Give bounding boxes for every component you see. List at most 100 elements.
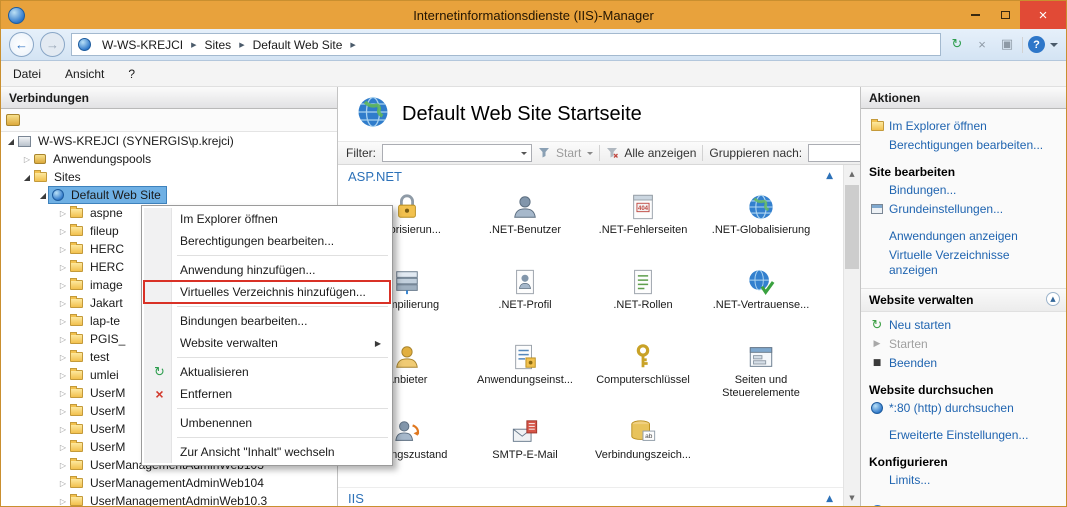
menu-item-open-explorer[interactable]: Im Explorer öffnen xyxy=(144,208,390,230)
action-bindings[interactable]: Bindungen... xyxy=(869,181,1058,200)
tree-item[interactable]: UserManagementAdminWeb104 xyxy=(1,474,337,492)
properties-icon[interactable]: ▣ xyxy=(997,35,1017,55)
menu-separator xyxy=(177,306,388,307)
filter-input[interactable] xyxy=(382,144,532,162)
menu-item-manage-website[interactable]: Website verwalten xyxy=(144,332,390,354)
action-browse-80[interactable]: *:80 (http) durchsuchen xyxy=(869,399,1058,418)
tree-item[interactable]: UserManagementAdminWeb10.3 xyxy=(1,492,337,506)
action-advanced-settings[interactable]: Erweiterte Einstellungen... xyxy=(869,426,1058,445)
error-page-icon: 404 xyxy=(629,189,657,221)
save-connection-icon[interactable] xyxy=(6,114,20,126)
expander-icon[interactable] xyxy=(21,173,33,182)
back-button[interactable] xyxy=(9,32,34,57)
close-button[interactable] xyxy=(1020,1,1066,29)
menu-item-add-virtual-directory[interactable]: Virtuelles Verzeichnis hinzufügen... xyxy=(143,280,391,304)
expander-icon[interactable] xyxy=(21,155,33,164)
group-by-select[interactable] xyxy=(808,144,860,162)
filterbar-divider xyxy=(702,145,704,161)
feature-net-users[interactable]: .NET-Benutzer xyxy=(468,187,582,262)
feature-connection-strings[interactable]: ab Verbindungszeich... xyxy=(586,412,700,487)
expander-icon[interactable] xyxy=(57,461,69,470)
feature-machine-key[interactable]: Computerschlüssel xyxy=(586,337,700,412)
tree-item-apppools[interactable]: Anwendungspools xyxy=(1,150,337,168)
breadcrumb[interactable]: W-WS-KREJCI Sites Default Web Site xyxy=(71,33,941,56)
menu-datei[interactable]: Datei xyxy=(13,67,41,81)
menu-ansicht[interactable]: Ansicht xyxy=(65,67,104,81)
action-open-explorer[interactable]: Im Explorer öffnen xyxy=(869,117,1058,136)
feature-net-profile[interactable]: .NET-Profil xyxy=(468,262,582,337)
expander-icon[interactable] xyxy=(57,317,69,326)
feature-smtp-email[interactable]: SMTP-E-Mail xyxy=(468,412,582,487)
expander-icon[interactable] xyxy=(57,335,69,344)
expander-icon[interactable] xyxy=(57,443,69,452)
feature-net-trust-levels[interactable]: .NET-Vertrauense... xyxy=(704,262,818,337)
maximize-button[interactable] xyxy=(990,1,1020,29)
scroll-up-icon[interactable] xyxy=(844,165,860,182)
show-all-button[interactable]: Alle anzeigen xyxy=(624,146,696,160)
expander-icon[interactable] xyxy=(57,353,69,362)
action-limits[interactable]: Limits... xyxy=(869,471,1058,490)
action-edit-permissions[interactable]: Berechtigungen bearbeiten... xyxy=(869,136,1058,155)
expander-icon[interactable] xyxy=(57,263,69,272)
feature-pages-and-controls[interactable]: Seiten und Steuerelemente xyxy=(704,337,818,412)
filter-go-button[interactable]: Start xyxy=(556,146,581,160)
tree-item-default-web-site[interactable]: Default Web Site xyxy=(1,186,337,204)
expander-icon[interactable] xyxy=(5,137,17,146)
tree-item-server[interactable]: W-WS-KREJCI (SYNERGIS\p.krejci) xyxy=(1,132,337,150)
feature-net-globalization[interactable]: .NET-Globalisierung xyxy=(704,187,818,262)
section-iis-header: IIS xyxy=(338,487,843,506)
expander-icon[interactable] xyxy=(57,497,69,506)
menu-item-refresh[interactable]: Aktualisieren xyxy=(144,361,390,383)
expander-icon[interactable] xyxy=(57,425,69,434)
menu-item-add-application[interactable]: Anwendung hinzufügen... xyxy=(144,259,390,281)
breadcrumb-server[interactable]: W-WS-KREJCI xyxy=(97,37,188,53)
scroll-down-icon[interactable] xyxy=(844,489,860,506)
menu-item-edit-bindings[interactable]: Bindungen bearbeiten... xyxy=(144,310,390,332)
menu-separator xyxy=(177,255,388,256)
expander-icon[interactable] xyxy=(57,245,69,254)
breadcrumb-site[interactable]: Default Web Site xyxy=(248,37,348,53)
expander-icon[interactable] xyxy=(57,389,69,398)
heading-manage-website: Website verwalten xyxy=(861,288,1066,312)
folder-icon xyxy=(70,242,83,254)
menu-hilfe[interactable]: ? xyxy=(128,67,135,81)
folder-icon xyxy=(70,404,83,416)
action-view-applications[interactable]: Anwendungen anzeigen xyxy=(869,227,1058,246)
vertical-scrollbar[interactable] xyxy=(843,165,860,506)
menu-item-edit-permissions[interactable]: Berechtigungen bearbeiten... xyxy=(144,230,390,252)
expander-icon[interactable] xyxy=(57,209,69,218)
lock-icon xyxy=(393,189,421,221)
help-icon[interactable] xyxy=(1028,36,1045,53)
expander-icon[interactable] xyxy=(37,191,49,200)
menu-item-remove[interactable]: Entfernen xyxy=(144,383,390,405)
forward-button[interactable] xyxy=(40,32,65,57)
expander-icon[interactable] xyxy=(57,479,69,488)
feature-net-roles[interactable]: .NET-Rollen xyxy=(586,262,700,337)
stop-icon[interactable]: × xyxy=(972,35,992,55)
menu-item-switch-content-view[interactable]: Zur Ansicht "Inhalt" wechseln xyxy=(144,441,390,463)
action-start[interactable]: Starten xyxy=(869,335,1058,354)
expander-icon[interactable] xyxy=(57,371,69,380)
action-view-virtual-directories[interactable]: Virtuelle Verzeichnisse anzeigen xyxy=(869,246,1058,280)
expander-icon[interactable] xyxy=(57,299,69,308)
filter-go-caret[interactable] xyxy=(587,151,594,158)
breadcrumb-sites[interactable]: Sites xyxy=(200,37,237,53)
help-dropdown-caret[interactable] xyxy=(1050,42,1058,51)
collapse-group-icon[interactable] xyxy=(1046,292,1060,306)
refresh-icon[interactable]: ↻ xyxy=(947,35,967,55)
action-stop[interactable]: Beenden xyxy=(869,354,1058,373)
action-restart[interactable]: Neu starten xyxy=(869,316,1058,335)
scrollbar-thumb[interactable] xyxy=(845,185,859,269)
menu-item-rename[interactable]: Umbenennen xyxy=(144,412,390,434)
action-basic-settings[interactable]: Grundeinstellungen... xyxy=(869,200,1058,219)
collapse-section-icon[interactable] xyxy=(826,171,833,181)
action-help[interactable]: Hilfe xyxy=(869,502,1058,506)
collapse-section-icon[interactable] xyxy=(826,494,833,504)
expander-icon[interactable] xyxy=(57,281,69,290)
tree-item-sites[interactable]: Sites xyxy=(1,168,337,186)
minimize-button[interactable] xyxy=(960,1,990,29)
expander-icon[interactable] xyxy=(57,227,69,236)
expander-icon[interactable] xyxy=(57,407,69,416)
feature-application-settings[interactable]: Anwendungseinst... xyxy=(468,337,582,412)
feature-net-error-pages[interactable]: 404 .NET-Fehlerseiten xyxy=(586,187,700,262)
